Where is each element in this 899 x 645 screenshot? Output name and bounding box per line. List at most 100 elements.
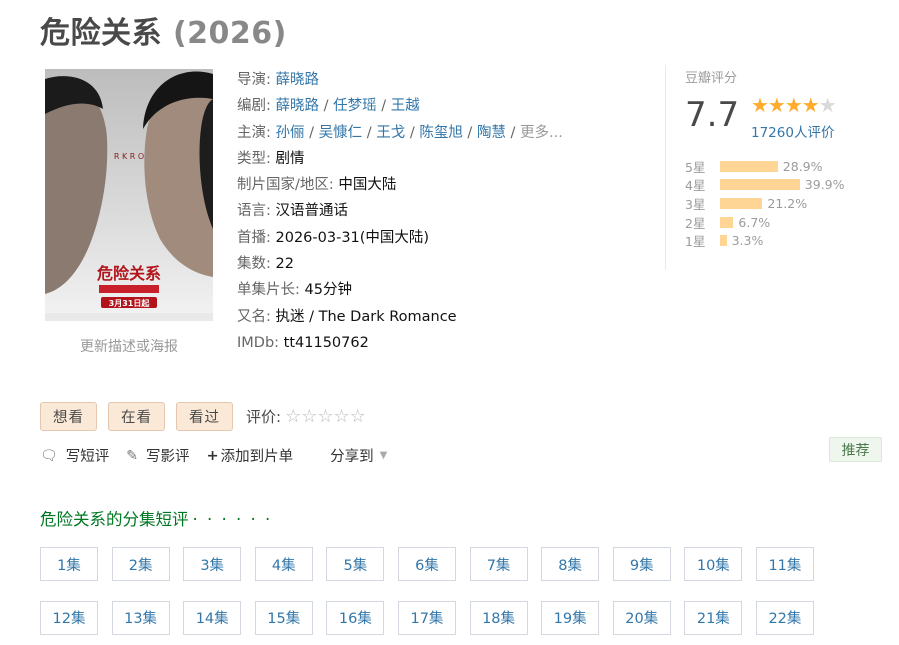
want-to-watch-button[interactable]: 想看: [40, 402, 97, 431]
rating-score: 7.7: [685, 95, 740, 135]
imdb-value: tt41150762: [283, 334, 369, 351]
rating-bar-percent: 6.7%: [738, 214, 771, 230]
rating-bar-row: 1星 3.3%: [685, 231, 845, 250]
runtime-value: 45分钟: [304, 282, 352, 299]
episode-grid: 1集 2集 3集 4集 5集 6集 7集 8集 9集 10集 11集 12集 13集 14集 15集 16集 1…: [40, 547, 830, 635]
aka-label: 又名:: [237, 308, 271, 325]
rating-bar-star-label: 2星: [685, 215, 706, 231]
episodes-row: 集数: 22: [237, 251, 563, 277]
episode-button[interactable]: 12集: [40, 600, 98, 635]
aka-row: 又名: 执迷 / The Dark Romance: [237, 304, 563, 330]
add-to-list-link[interactable]: + 添加到片单: [207, 445, 294, 466]
rating-bar: [720, 216, 734, 228]
episode-button[interactable]: 4集: [254, 547, 313, 581]
episode-button[interactable]: 13集: [111, 600, 170, 635]
episode-button[interactable]: 22集: [755, 600, 814, 635]
director-row: 导演: 薛晓路: [237, 67, 563, 93]
rating-bar: [720, 160, 778, 172]
add-to-list-label: 添加到片单: [220, 449, 294, 465]
director-label: 导演:: [237, 72, 271, 88]
language-label: 语言:: [237, 203, 271, 220]
premiere-label: 首播:: [237, 229, 271, 246]
episodes-label: 集数:: [237, 256, 271, 273]
writer-label: 编剧:: [237, 98, 271, 115]
rating-bar-star-label: 3星: [685, 196, 706, 212]
rating-bar: [720, 197, 763, 209]
watching-button[interactable]: 在看: [108, 402, 165, 431]
rating-bar-star-label: 1星: [685, 234, 706, 250]
title-year: (2026): [172, 16, 287, 51]
rating-distribution: 5星 28.9% 4星 39.9% 3星 21.2% 2星 6.7% 1星 3.3%: [685, 157, 845, 250]
writer-row: 编剧: 薛晓路 / 任梦瑶 / 王越: [237, 98, 420, 115]
poster-title: 危险关系: [97, 264, 161, 283]
tool-bar: 🗨 写短评 ✎ 写影评 + 添加到片单 分享到 ▼: [40, 445, 404, 466]
pencil-icon: ✎: [126, 447, 139, 464]
rating-bar-star-label: 4星: [685, 178, 706, 194]
episode-button[interactable]: 19集: [541, 600, 600, 635]
premiere-row: 首播: 2026-03-31(中国大陆): [237, 225, 563, 251]
update-poster-link[interactable]: 更新描述或海报: [45, 336, 213, 356]
episode-button[interactable]: 9集: [612, 547, 671, 581]
genre-value: 剧情: [275, 150, 305, 167]
write-short-review-link[interactable]: 🗨 写短评: [40, 445, 109, 466]
episode-button[interactable]: 18集: [469, 600, 528, 635]
write-review-link[interactable]: ✎ 写影评: [126, 445, 189, 466]
rating-votes-link[interactable]: 17260人评价: [751, 121, 834, 141]
episode-button[interactable]: 3集: [183, 547, 242, 581]
rating-bar-row: 5星 28.9%: [685, 157, 845, 176]
poster-image[interactable]: R K R O 危险关系 3月31日起: [45, 69, 213, 321]
cast-link[interactable]: 陈玺旭: [419, 125, 463, 141]
heading-dots: · · · · · ·: [192, 510, 273, 529]
cast-link[interactable]: 陶慧: [477, 125, 506, 141]
episode-button[interactable]: 6集: [397, 547, 456, 581]
episode-button[interactable]: 11集: [755, 547, 814, 581]
writer-link[interactable]: 任梦瑶: [333, 98, 377, 114]
episode-button[interactable]: 17集: [397, 600, 456, 635]
premiere-value: 2026-03-31(中国大陆): [275, 229, 430, 246]
episode-button[interactable]: 1集: [40, 547, 98, 581]
recommend-button[interactable]: 推荐: [829, 437, 882, 462]
page-title: 危险关系 (2026): [40, 8, 287, 52]
info-panel: 导演: 薛晓路 编剧: 薛晓路 / 任梦瑶 / 王越 主演: 孙俪 / 吴慷仁 …: [237, 67, 563, 356]
rating-bar-row: 3星 21.2%: [685, 194, 845, 213]
language-value: 汉语普通话: [275, 203, 349, 220]
share-dropdown[interactable]: 分享到 ▼: [330, 445, 387, 466]
episode-button[interactable]: 5集: [326, 547, 385, 581]
episode-button[interactable]: 8集: [541, 547, 600, 581]
writer-link[interactable]: 王越: [391, 98, 420, 114]
title-name: 危险关系: [40, 16, 162, 51]
episode-button[interactable]: 7集: [469, 547, 528, 581]
comment-icon: 🗨: [40, 447, 58, 464]
genre-row: 类型: 剧情: [237, 146, 563, 172]
episode-button[interactable]: 2集: [111, 547, 170, 581]
cast-link[interactable]: 王戈: [376, 125, 405, 141]
rating-bar-row: 4星 39.9%: [685, 176, 845, 195]
star-empty-icon: ★: [818, 93, 837, 117]
director-link[interactable]: 薛晓路: [276, 72, 320, 88]
watched-button[interactable]: 看过: [176, 402, 233, 431]
episode-button[interactable]: 20集: [612, 600, 671, 635]
country-label: 制片国家/地区:: [237, 177, 334, 194]
episode-button[interactable]: 21集: [684, 600, 743, 635]
episode-button[interactable]: 15集: [254, 600, 313, 635]
writer-link[interactable]: 薛晓路: [276, 98, 320, 114]
star-icon: ★★★★: [751, 93, 820, 117]
runtime-label: 单集片长:: [237, 282, 300, 299]
imdb-label: IMDb:: [237, 334, 280, 351]
rating-label: 豆瓣评分: [685, 71, 738, 86]
episode-button[interactable]: 10集: [684, 547, 743, 581]
cast-label: 主演:: [237, 124, 271, 141]
rating-stars: ★★★★★: [751, 93, 837, 117]
runtime-row: 单集片长: 45分钟: [237, 277, 563, 303]
episode-button[interactable]: 14集: [183, 600, 242, 635]
rating-bar-percent: 21.2%: [767, 195, 808, 211]
write-short-review-label: 写短评: [65, 449, 110, 465]
rating-panel: 豆瓣评分 7.7 ★★★★★ 17260人评价 5星 28.9% 4星 39.9% 3星…: [665, 65, 870, 270]
country-value: 中国大陆: [338, 177, 397, 194]
rate-star-icons[interactable]: ☆☆☆☆☆: [285, 406, 366, 427]
cast-link[interactable]: 吴慷仁: [319, 125, 363, 141]
cast-link[interactable]: 孙俪: [276, 125, 305, 141]
cast-more-link[interactable]: 更多...: [520, 125, 563, 141]
svg-text:R K R O: R K R O: [114, 152, 144, 161]
episode-button[interactable]: 16集: [326, 600, 385, 635]
